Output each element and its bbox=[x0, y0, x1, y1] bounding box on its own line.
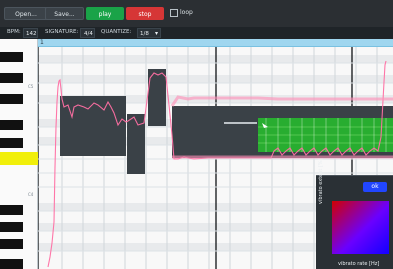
signature-field[interactable]: 4/4 bbox=[80, 28, 95, 38]
octave-label-c4: C4 bbox=[28, 192, 34, 197]
bpm-value: 142 bbox=[26, 31, 37, 37]
bpm-label: BPM: bbox=[7, 29, 21, 35]
black-key[interactable] bbox=[0, 239, 23, 249]
piano-keyboard[interactable]: C5 C4 bbox=[0, 39, 38, 269]
vibrato-ok-button[interactable]: ok bbox=[363, 182, 387, 192]
timeline-marker: 1 bbox=[40, 39, 44, 46]
black-key[interactable] bbox=[0, 138, 23, 148]
note-block[interactable] bbox=[60, 96, 126, 156]
stop-button[interactable]: stop bbox=[126, 7, 164, 20]
vibrato-y-label: vibrato extent [%] bbox=[318, 158, 324, 204]
loop-label: loop bbox=[180, 9, 193, 16]
open-button[interactable]: Open... bbox=[4, 7, 48, 20]
vibrato-gradient bbox=[332, 201, 389, 254]
play-button[interactable]: play bbox=[86, 7, 124, 20]
timeline-ruler[interactable]: 1 bbox=[38, 39, 393, 47]
black-key[interactable] bbox=[0, 205, 23, 215]
octave-label-c5: C5 bbox=[28, 84, 34, 89]
black-key[interactable] bbox=[0, 120, 23, 130]
loop-checkbox[interactable] bbox=[170, 9, 178, 17]
save-button[interactable]: Save... bbox=[45, 7, 84, 20]
signature-value: 4/4 bbox=[84, 31, 93, 37]
quantize-label: QUANTIZE: bbox=[101, 29, 132, 35]
bpm-field[interactable]: 142 bbox=[23, 28, 38, 38]
signature-label: SIGNATURE: bbox=[45, 29, 79, 35]
black-key[interactable] bbox=[0, 259, 23, 269]
quantize-select[interactable]: 1/8 ▾ bbox=[137, 28, 161, 38]
black-key[interactable] bbox=[0, 52, 23, 62]
vibrato-x-label: vibrato rate [Hz] bbox=[338, 261, 380, 267]
app-window: Open... Save... play stop loop BPM: 142 … bbox=[0, 0, 393, 269]
toolbar: Open... Save... play stop loop bbox=[0, 0, 393, 27]
chevron-down-icon: ▾ bbox=[154, 30, 158, 37]
black-key[interactable] bbox=[0, 73, 23, 83]
black-key[interactable] bbox=[0, 222, 23, 232]
quantize-value: 1/8 bbox=[140, 31, 149, 37]
highlighted-key[interactable] bbox=[0, 152, 38, 165]
vibrato-panel: ok vibrato extent [%] vibrato rate [Hz] bbox=[316, 158, 393, 269]
transport-settings: BPM: 142 SIGNATURE: 4/4 QUANTIZE: 1/8 ▾ bbox=[0, 27, 393, 39]
vibrato-plot[interactable] bbox=[332, 201, 389, 254]
black-key[interactable] bbox=[0, 94, 23, 104]
